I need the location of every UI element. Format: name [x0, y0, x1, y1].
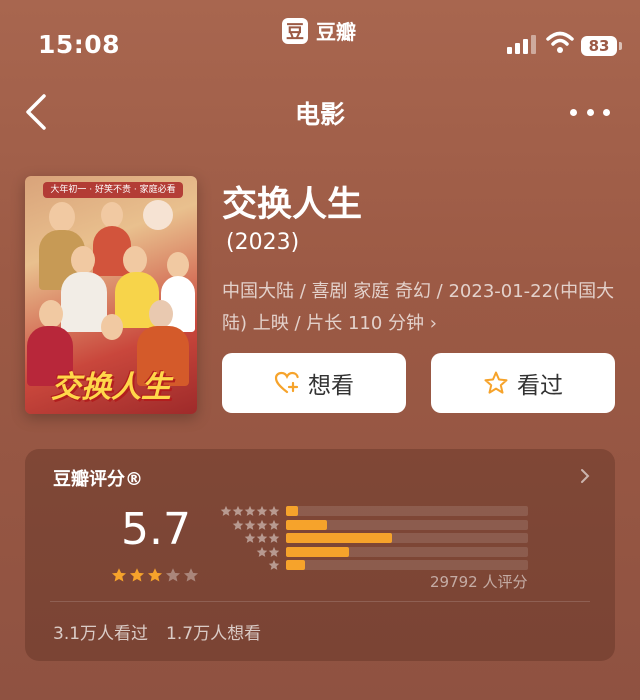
rating-row-4-star	[220, 519, 540, 531]
star-empty-icon	[244, 505, 256, 516]
poster-figure	[39, 300, 63, 328]
rating-bar-fill	[286, 506, 298, 516]
poster-title: 交换人生	[51, 370, 171, 405]
poster-figure	[101, 202, 123, 228]
more-dot	[586, 108, 594, 116]
rating-row-stars	[244, 532, 280, 544]
rating-bar-track	[286, 506, 528, 516]
rating-bar-fill	[286, 546, 349, 557]
rating-card-title: 豆瓣评分®	[53, 469, 143, 490]
seen-count: 3.1万人看过	[53, 624, 149, 644]
star-empty-icon	[268, 505, 280, 516]
wifi-icon	[546, 31, 574, 53]
page-title: 电影	[294, 100, 345, 129]
chevron-right-icon	[581, 469, 590, 483]
star-empty-icon	[268, 546, 280, 557]
rating-row-stars	[232, 519, 280, 531]
rating-count: 29792 人评分	[430, 573, 528, 591]
rating-bar-track	[286, 546, 528, 557]
divider	[50, 601, 590, 602]
poster-figure	[71, 246, 95, 274]
star-empty-icon	[256, 519, 268, 530]
want-count: 1.7万人想看	[166, 624, 262, 644]
rating-bar-track	[286, 533, 528, 543]
status-bar: 15:08 豆 豆瓣 83	[0, 0, 640, 80]
watched-button[interactable]: 看过	[431, 353, 615, 413]
star-empty-icon	[232, 505, 244, 516]
rating-card[interactable]: 豆瓣评分® 5.7 29792 人评分 3.1万人看过 1.7万人想看	[25, 449, 615, 661]
rating-row-stars	[256, 546, 280, 558]
star-empty-icon	[232, 519, 244, 530]
poster-figure	[123, 246, 147, 274]
battery-tip	[619, 42, 622, 50]
star-empty-icon	[220, 505, 232, 516]
star-filled-icon	[129, 568, 145, 582]
star-empty-icon	[256, 505, 268, 516]
poster-figure	[149, 300, 173, 328]
rating-bar-track	[286, 560, 528, 570]
rating-stars	[111, 567, 199, 583]
heart-plus-icon	[274, 371, 299, 394]
poster-figure	[167, 252, 189, 278]
rating-row-3-star	[220, 532, 540, 544]
star-empty-icon	[268, 532, 280, 543]
more-dot	[603, 108, 610, 116]
poster-figure	[143, 200, 173, 230]
cellular-signal-icon	[507, 35, 536, 54]
audience-stats: 3.1万人看过 1.7万人想看	[53, 619, 261, 644]
rating-row-1-star	[220, 559, 540, 571]
more-dot	[570, 108, 577, 116]
movie-meta[interactable]: 中国大陆 / 喜剧 家庭 奇幻 / 2023-01-22(中国大陆) 上映 / …	[222, 276, 618, 340]
chevron-right-icon: ›	[429, 313, 437, 334]
star-filled-icon	[111, 568, 127, 582]
rating-row-stars	[268, 559, 280, 571]
want-to-watch-button[interactable]: 想看	[222, 353, 406, 413]
rating-score: 5.7	[121, 504, 191, 555]
star-outline-icon	[484, 371, 508, 394]
star-empty-icon	[244, 532, 256, 543]
movie-meta-text: 中国大陆 / 喜剧 家庭 奇幻 / 2023-01-22(中国大陆) 上映 / …	[222, 281, 615, 334]
rating-row-2-star	[220, 546, 540, 558]
more-options-button[interactable]	[570, 98, 610, 126]
rating-bar-fill	[286, 560, 305, 570]
star-empty-icon	[256, 532, 268, 543]
douban-logo-icon: 豆	[282, 17, 308, 44]
app-name: 豆瓣	[316, 20, 356, 44]
star-filled-icon	[147, 568, 163, 582]
star-empty-icon	[165, 568, 181, 582]
star-empty-icon	[244, 519, 256, 530]
watched-label: 看过	[517, 373, 563, 399]
rating-row-5-star	[220, 505, 540, 517]
want-to-watch-label: 想看	[308, 373, 354, 399]
rating-bar-fill	[286, 533, 392, 543]
star-empty-icon	[183, 568, 199, 582]
app-indicator: 豆 豆瓣	[282, 16, 356, 45]
rating-bar-fill	[286, 519, 327, 530]
poster-banner: 大年初一 · 好笑不贵 · 家庭必看	[43, 182, 183, 198]
clock: 15:08	[38, 30, 121, 59]
movie-year: (2023)	[226, 230, 300, 255]
poster-figure	[49, 202, 75, 232]
battery-level: 83	[581, 36, 617, 56]
poster-figure	[61, 272, 107, 332]
star-empty-icon	[268, 519, 280, 530]
movie-poster[interactable]: 大年初一 · 好笑不贵 · 家庭必看 交换人生	[25, 176, 197, 414]
poster-figure	[101, 314, 123, 340]
movie-title: 交换人生	[222, 185, 363, 225]
rating-row-stars	[220, 505, 280, 517]
star-empty-icon	[256, 546, 268, 557]
star-empty-icon	[268, 559, 280, 570]
rating-bar-track	[286, 519, 528, 530]
